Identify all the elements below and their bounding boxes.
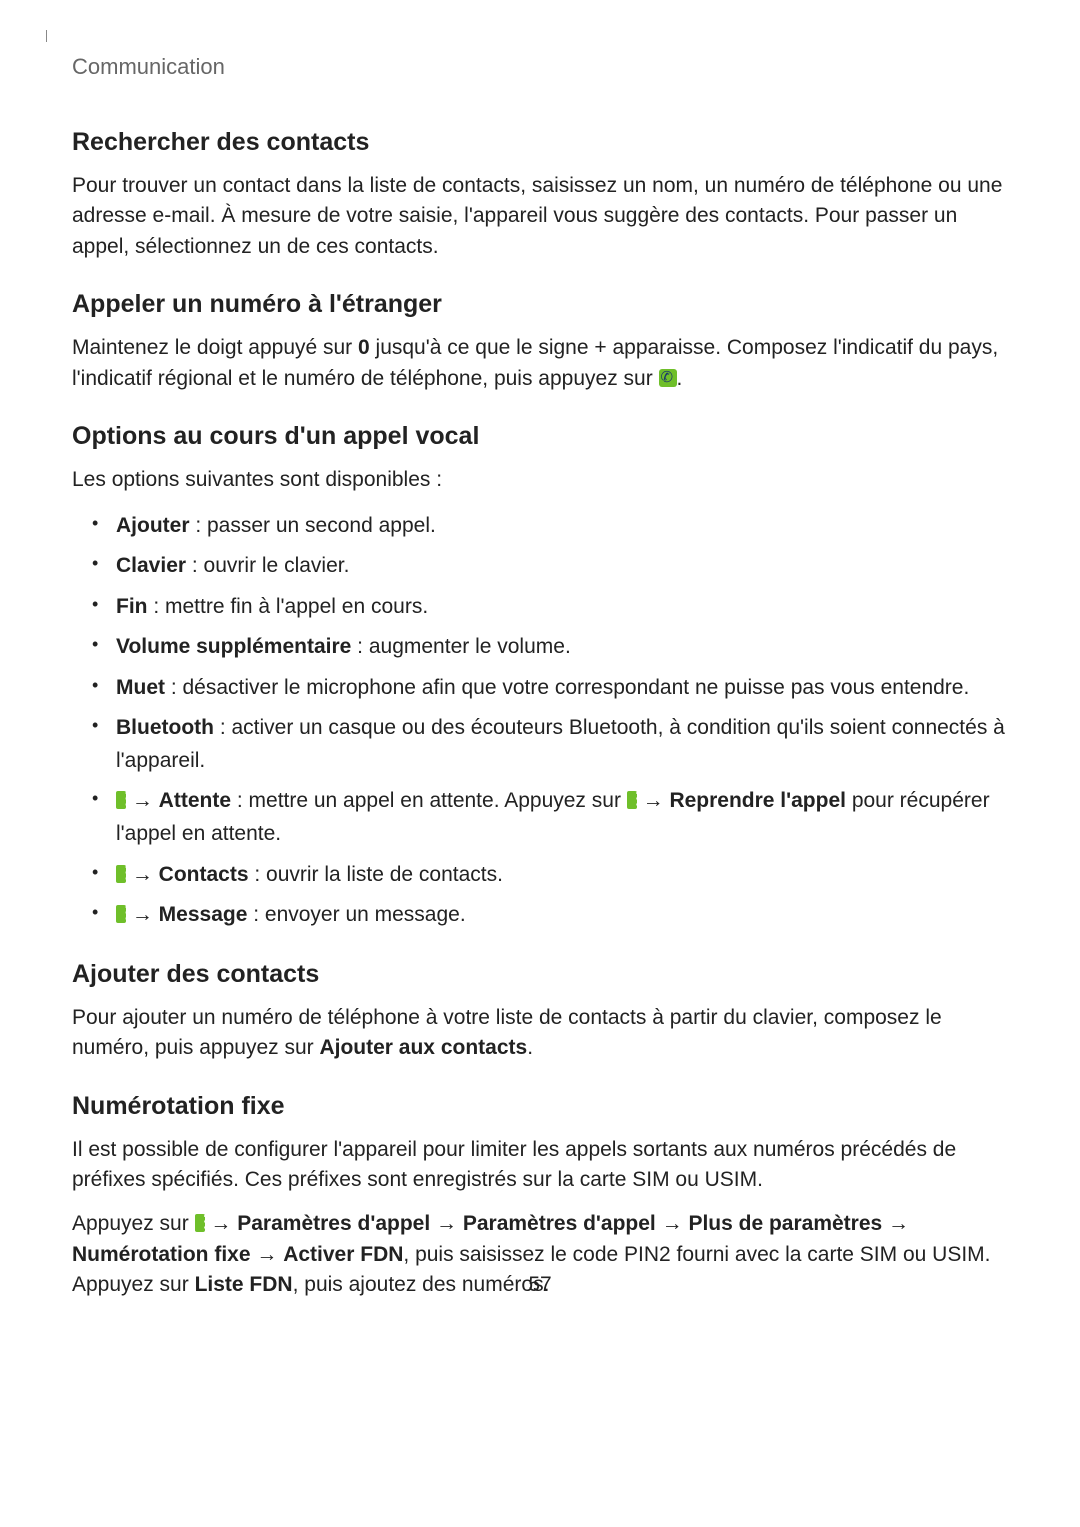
list-item: Ajouter : passer un second appel. <box>102 510 1008 543</box>
option-text: : désactiver le microphone afin que votr… <box>165 676 969 699</box>
list-item: Volume supplémentaire : augmenter le vol… <box>102 631 1008 664</box>
arrow: → <box>251 1243 284 1266</box>
bold-text: Numérotation fixe <box>72 1243 251 1266</box>
option-label: Volume supplémentaire <box>116 635 351 658</box>
bold-text: Plus de paramètres <box>688 1212 882 1235</box>
option-text: : mettre un appel en attente. Appuyez su… <box>231 789 627 812</box>
text: Maintenez le doigt appuyé sur <box>72 336 358 359</box>
option-text: : ouvrir la liste de contacts. <box>249 863 503 886</box>
page-number: 57 <box>0 1273 1080 1297</box>
option-label: Attente <box>159 789 231 812</box>
option-label: Message <box>159 903 248 926</box>
option-text: : augmenter le volume. <box>351 635 570 658</box>
paragraph: Pour ajouter un numéro de téléphone à vo… <box>72 1003 1008 1064</box>
arrow: → <box>882 1212 909 1235</box>
paragraph: Pour trouver un contact dans la liste de… <box>72 171 1008 262</box>
paragraph: Il est possible de configurer l'appareil… <box>72 1135 1008 1196</box>
list-item: Bluetooth : activer un casque ou des éco… <box>102 712 1008 777</box>
bold-text: Paramètres d'appel <box>237 1212 430 1235</box>
bold-text: Activer FDN <box>283 1243 403 1266</box>
menu-icon <box>116 905 126 923</box>
option-label: Clavier <box>116 554 186 577</box>
heading-search-contacts: Rechercher des contacts <box>72 128 1008 157</box>
list-item: Muet : désactiver le microphone afin que… <box>102 672 1008 705</box>
list-item: → Message : envoyer un message. <box>102 899 1008 932</box>
heading-add-contacts: Ajouter des contacts <box>72 960 1008 989</box>
menu-icon <box>195 1214 205 1232</box>
list-item: → Attente : mettre un appel en attente. … <box>102 785 1008 850</box>
arrow: → <box>430 1212 463 1235</box>
heading-call-abroad: Appeler un numéro à l'étranger <box>72 290 1008 319</box>
text: . <box>677 367 683 390</box>
option-text: : ouvrir le clavier. <box>186 554 349 577</box>
bold-text: Paramètres d'appel <box>463 1212 656 1235</box>
list-item: Clavier : ouvrir le clavier. <box>102 550 1008 583</box>
heading-call-options: Options au cours d'un appel vocal <box>72 422 1008 451</box>
menu-icon <box>116 865 126 883</box>
bold-text: Ajouter aux contacts <box>319 1036 527 1059</box>
option-label: Reprendre l'appel <box>669 789 846 812</box>
call-icon <box>659 369 677 387</box>
menu-icon <box>116 791 126 809</box>
option-label: Bluetooth <box>116 716 214 739</box>
heading-fixed-dial: Numérotation fixe <box>72 1092 1008 1121</box>
option-label: Contacts <box>159 863 249 886</box>
paragraph: Maintenez le doigt appuyé sur 0 jusqu'à … <box>72 333 1008 394</box>
bold-zero: 0 <box>358 336 370 359</box>
option-text: : activer un casque ou des écouteurs Blu… <box>116 716 1005 772</box>
option-text: : mettre fin à l'appel en cours. <box>148 595 429 618</box>
list-item: → Contacts : ouvrir la liste de contacts… <box>102 859 1008 892</box>
paragraph: Les options suivantes sont disponibles : <box>72 465 1008 495</box>
option-text: : passer un second appel. <box>190 514 436 537</box>
option-text: : envoyer un message. <box>247 903 465 926</box>
options-list: Ajouter : passer un second appel. Clavie… <box>72 510 1008 932</box>
menu-icon <box>627 791 637 809</box>
text: Appuyez sur <box>72 1212 195 1235</box>
option-label: Ajouter <box>116 514 190 537</box>
option-label: Muet <box>116 676 165 699</box>
arrow: → <box>656 1212 689 1235</box>
text: . <box>527 1036 533 1059</box>
option-label: Fin <box>116 595 148 618</box>
list-item: Fin : mettre fin à l'appel en cours. <box>102 591 1008 624</box>
section-header: Communication <box>72 54 1008 80</box>
